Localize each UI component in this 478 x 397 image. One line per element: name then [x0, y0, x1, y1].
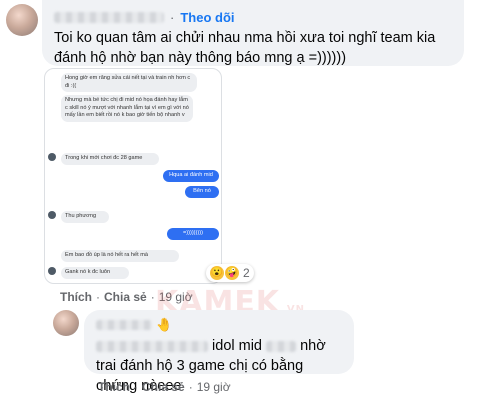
chat-message: Em bao đồ úp là nó hết ra hết mà: [61, 250, 179, 262]
reply-header: 🤚: [96, 317, 172, 333]
chat-avatar: [48, 211, 56, 219]
chat-message-sent: =))))))))): [167, 228, 219, 240]
dot-separator: ·: [188, 380, 193, 394]
chat-avatar: [48, 267, 56, 275]
reply-avatar[interactable]: [53, 310, 79, 336]
like-button[interactable]: Thích: [98, 380, 130, 394]
redacted-username[interactable]: [96, 320, 152, 330]
wow-emoji-icon: 😮: [210, 266, 224, 280]
hand-emoji-icon: 🤚: [156, 317, 173, 332]
chat-avatar: [48, 153, 56, 161]
chat-message: Nhưng mà bé tức chị đi mid nó họa đánh h…: [61, 95, 193, 122]
dot-separator: ·: [134, 380, 138, 394]
reaction-count: 2: [243, 266, 250, 280]
timestamp[interactable]: 19 giờ: [159, 290, 193, 304]
redacted-username[interactable]: [54, 11, 164, 23]
chat-message: Trong khi mới chơi đc 28 game: [61, 153, 159, 165]
reply-actions: Thích · Chia sẻ · 19 giờ: [98, 380, 231, 394]
chat-message: Gank nó k đc luôn: [61, 267, 129, 279]
reply-text-part1: idol mid: [212, 338, 262, 354]
haha-emoji-icon: 🤪: [225, 266, 239, 280]
dot-separator: ·: [170, 9, 175, 25]
chat-message: Hong giờ em răng sửa cái nết tại và trai…: [61, 73, 197, 93]
chat-message-sent: Hqua ai đánh mid: [163, 170, 219, 182]
share-button[interactable]: Chia sẻ: [104, 290, 147, 304]
reaction-summary[interactable]: 😮 🤪 2: [206, 264, 254, 282]
commenter-avatar[interactable]: [6, 4, 38, 36]
attached-chat-screenshot[interactable]: Hong giờ em răng sửa cái nết tại và trai…: [44, 68, 222, 284]
dot-separator: ·: [150, 290, 155, 304]
comment-bubble: · Theo dõi Toi ko quan tâm ai chửi nhau …: [42, 0, 464, 66]
chat-message: Thu phương: [61, 211, 109, 223]
reply-bubble: 🤚 idol mid nhờ trai đánh hộ 3 game chị c…: [84, 310, 354, 394]
redacted-mention: [96, 340, 208, 352]
like-button[interactable]: Thích: [60, 290, 92, 304]
follow-button[interactable]: Theo dõi: [180, 10, 234, 25]
chat-message-sent: Bên nó: [185, 186, 219, 198]
share-button[interactable]: Chia sẻ: [142, 380, 185, 394]
comment-header: · Theo dõi: [54, 8, 235, 26]
comment-text: Toi ko quan tâm ai chửi nhau nma hồi xưa…: [54, 30, 436, 66]
dot-separator: ·: [96, 290, 100, 304]
comment-actions: Thích · Chia sẻ · 19 giờ: [60, 290, 193, 304]
redacted-name: [266, 340, 297, 352]
timestamp[interactable]: 19 giờ: [197, 380, 231, 394]
